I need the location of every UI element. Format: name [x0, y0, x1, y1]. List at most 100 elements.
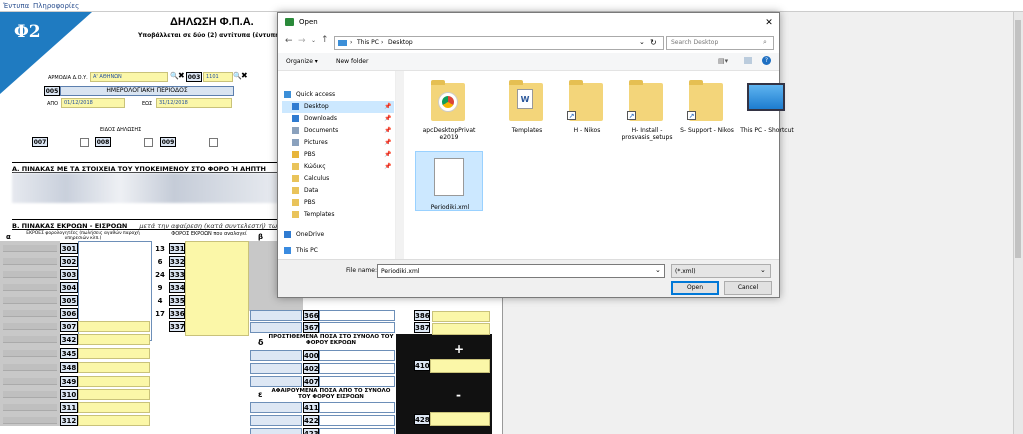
- right-field-402[interactable]: [319, 363, 395, 374]
- tax-code-336: 336: [169, 308, 185, 319]
- file-item-3[interactable]: ↗ H- Install - prosvasis_setups: [613, 75, 681, 155]
- open-button[interactable]: Open: [671, 281, 719, 295]
- nav-item-downloads[interactable]: Downloads 📌: [282, 113, 394, 125]
- file-item-4[interactable]: ↗ S- Support - Nikos: [673, 75, 741, 155]
- help-icon[interactable]: ?: [762, 56, 771, 65]
- breadcrumb-this-pc[interactable]: This PC: [357, 39, 379, 46]
- menu-item-info[interactable]: Πληροφορίες: [33, 2, 79, 10]
- nav-item-desktop[interactable]: Desktop 📌: [282, 101, 394, 113]
- filetype-select[interactable]: (*.xml) ⌄: [671, 264, 771, 278]
- up-icon[interactable]: ↑: [321, 35, 329, 45]
- recent-chevron-icon[interactable]: ⌄: [311, 37, 316, 44]
- nav-item-documents[interactable]: Documents 📌: [282, 125, 394, 137]
- organize-button[interactable]: Organize ▾: [286, 58, 318, 65]
- nav-item-pbs[interactable]: PBS: [282, 197, 394, 209]
- file-item-1[interactable]: W Templates: [493, 75, 561, 155]
- nav-item-calculus[interactable]: Calculus: [282, 173, 394, 185]
- right-field-366[interactable]: [319, 310, 395, 321]
- initial-checkbox[interactable]: [80, 138, 89, 147]
- to-date-field[interactable]: 31/12/2018: [156, 98, 232, 108]
- view-options-icon[interactable]: ▤▾: [718, 57, 728, 65]
- nav-scrollbar[interactable]: [396, 71, 404, 259]
- from-date-field[interactable]: 01/12/2018: [61, 98, 125, 108]
- amended-checkbox[interactable]: [144, 138, 153, 147]
- right-field-423[interactable]: [319, 428, 395, 434]
- scrollbar-thumb[interactable]: [1015, 20, 1021, 258]
- address-dropdown-icon[interactable]: ⌄: [639, 38, 645, 46]
- right-field-407[interactable]: [319, 376, 395, 387]
- file-icon: [434, 158, 464, 196]
- file-item-label: Periodiki.xml: [430, 204, 470, 211]
- nav-item-pbs[interactable]: PBS 📌: [282, 149, 394, 161]
- file-item-6[interactable]: Periodiki.xml: [415, 151, 483, 211]
- right-label-411: [250, 402, 302, 413]
- nav-item-onedrive[interactable]: OneDrive: [282, 229, 394, 241]
- row-code-303: 303: [60, 269, 78, 280]
- row-field-312[interactable]: [78, 415, 150, 426]
- preview-pane-icon[interactable]: [744, 57, 752, 64]
- file-item-2[interactable]: ↗ H - Nikos: [553, 75, 621, 155]
- filetype-dropdown-icon[interactable]: ⌄: [760, 266, 766, 274]
- filename-input[interactable]: Periodiki.xml ⌄: [377, 264, 665, 278]
- file-item-0[interactable]: apcDesktopPrivat e2019: [415, 75, 483, 155]
- address-bar[interactable]: › This PC › Desktop ⌄ ↻: [334, 36, 664, 50]
- right-code-410: 410: [414, 360, 430, 371]
- doy-clear-icon[interactable]: ✖: [178, 71, 185, 80]
- right-field-411[interactable]: [319, 402, 395, 413]
- section-b-title: Β. ΠΙΝΑΚΑΣ ΕΚΡΟΩΝ - ΕΙΣΡΟΩΝ: [12, 222, 128, 230]
- file-item-label: S- Support - Nikos: [680, 127, 734, 134]
- menu-bar: Έντυπα Πληροφορίες: [0, 0, 1023, 12]
- file-list: apcDesktopPrivat e2019 W Templates ↗ H - Nik…: [405, 71, 794, 259]
- doy-field[interactable]: Α' ΑΘΗΝΩΝ: [90, 72, 168, 82]
- tax-code-332: 332: [169, 256, 185, 267]
- late-checkbox[interactable]: [209, 138, 218, 147]
- code-clear-icon[interactable]: ✖: [241, 71, 248, 80]
- nav-item-templates[interactable]: Templates: [282, 209, 394, 221]
- file-item-5[interactable]: This PC - Shortcut: [733, 75, 801, 155]
- menu-item-forms[interactable]: Έντυπα: [3, 2, 29, 10]
- forward-icon[interactable]: →: [298, 36, 306, 46]
- back-icon[interactable]: ←: [285, 36, 293, 46]
- decl-type-label: ΕΙΔΟΣ ΔΗΛΩΣΗΣ: [100, 127, 142, 133]
- nav-item-κώδικς[interactable]: Κώδικς 📌: [282, 161, 394, 173]
- field-387[interactable]: [432, 323, 490, 335]
- row-field-345[interactable]: [78, 348, 150, 359]
- row-code-304: 304: [60, 282, 78, 293]
- filename-dropdown-icon[interactable]: ⌄: [655, 266, 661, 274]
- folder-icon: [292, 211, 299, 218]
- nav-item-this-pc[interactable]: This PC: [282, 245, 394, 257]
- right-code-407: 407: [303, 376, 319, 387]
- search-box[interactable]: Search Desktop ⌕: [666, 36, 774, 50]
- nav-item-quick-access[interactable]: Quick access: [282, 89, 394, 101]
- nav-item-data[interactable]: Data: [282, 185, 394, 197]
- taxpayer-details-blurred: [12, 173, 282, 203]
- row-field-307[interactable]: [78, 321, 150, 332]
- nav-item-pictures[interactable]: Pictures 📌: [282, 137, 394, 149]
- row-field-310[interactable]: [78, 389, 150, 400]
- new-folder-button[interactable]: New folder: [336, 58, 368, 65]
- field-428[interactable]: [430, 412, 490, 426]
- right-field-422[interactable]: [319, 415, 395, 426]
- doy-code-field[interactable]: 1101: [203, 72, 233, 82]
- rate-24: 24: [155, 271, 165, 279]
- field-386[interactable]: [432, 311, 490, 322]
- dialog-close-icon[interactable]: ✕: [758, 13, 780, 33]
- epsilon-label: ε: [258, 390, 263, 399]
- row-field-311[interactable]: [78, 402, 150, 413]
- row-field-348[interactable]: [78, 362, 150, 373]
- breadcrumb-desktop[interactable]: Desktop: [388, 39, 413, 46]
- tax-code-333: 333: [169, 269, 185, 280]
- right-code-366: 366: [303, 310, 319, 321]
- delta-title: ΠΡΟΣΤΙΘΕΜΕΝΑ ΠΟΣΑ ΣΤΟ ΣΥΝΟΛΟ ΤΟΥ ΦΟΡΟΥ Ε…: [268, 334, 394, 346]
- cancel-button[interactable]: Cancel: [724, 281, 772, 295]
- right-code-402: 402: [303, 363, 319, 374]
- right-field-400[interactable]: [319, 350, 395, 361]
- field-410[interactable]: [430, 359, 490, 373]
- right-field-367[interactable]: [319, 322, 395, 333]
- pin-icon: 📌: [384, 115, 392, 122]
- refresh-icon[interactable]: ↻: [650, 38, 657, 47]
- pin-icon: 📌: [384, 151, 392, 158]
- row-field-349[interactable]: [78, 376, 150, 387]
- folder-icon: [292, 199, 299, 206]
- row-field-342[interactable]: [78, 334, 150, 345]
